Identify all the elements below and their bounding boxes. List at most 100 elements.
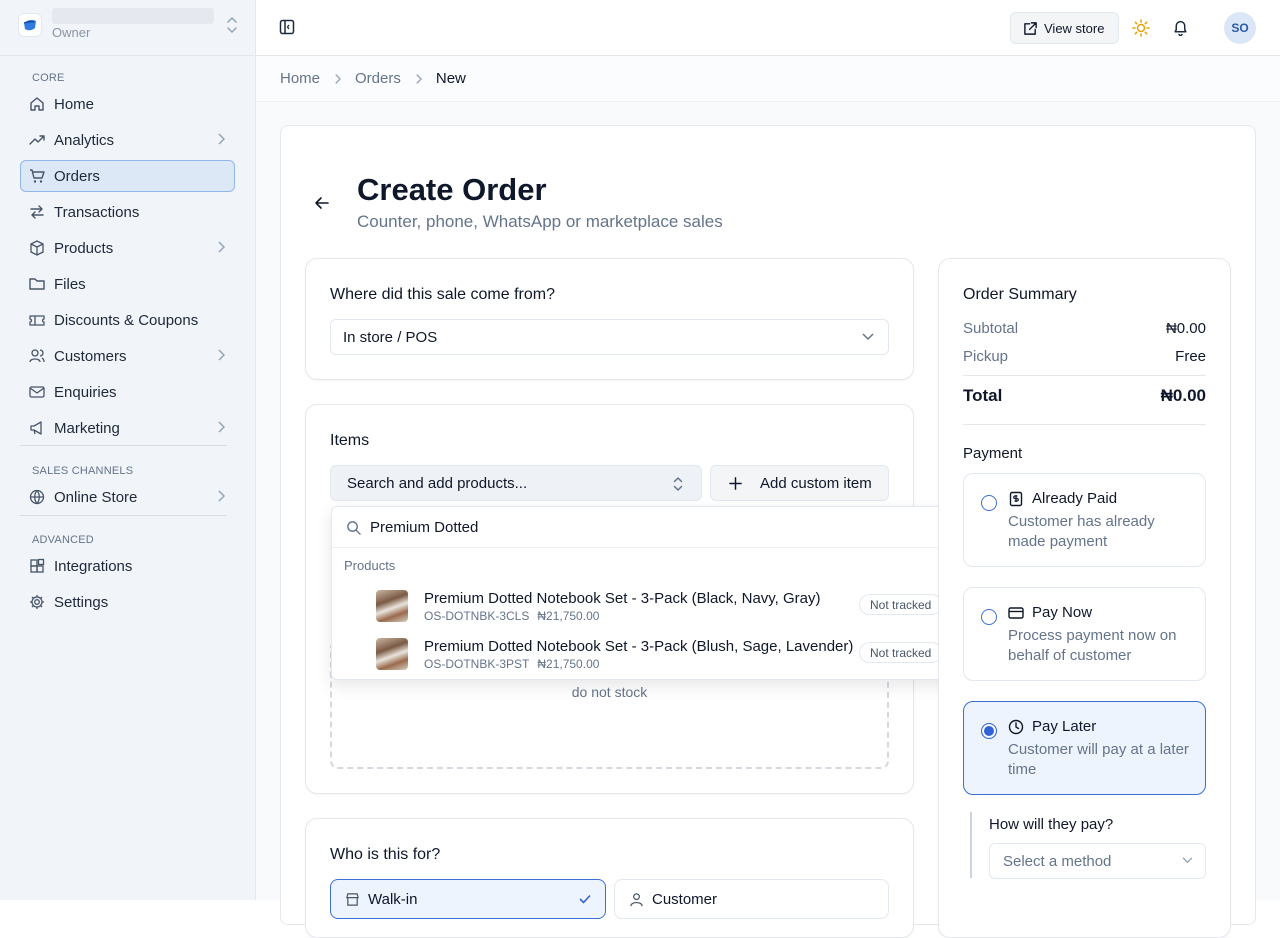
megaphone-icon	[28, 419, 46, 437]
sidebar-item-home[interactable]: Home	[20, 88, 235, 120]
sidebar-item-transactions[interactable]: Transactions	[20, 196, 235, 228]
payment-method-select[interactable]: Select a method	[989, 843, 1206, 879]
home-icon	[28, 95, 46, 113]
walk-in-option[interactable]: Walk-in	[330, 879, 606, 919]
payment-option-label: Pay Later	[1032, 718, 1097, 735]
bell-icon[interactable]	[1172, 19, 1189, 36]
items-empty-text: do not stock	[571, 684, 648, 700]
section-label-advanced: ADVANCED	[32, 534, 94, 546]
sidebar-item-integrations[interactable]: Integrations	[20, 550, 235, 582]
payment-method-placeholder: Select a method	[1003, 852, 1112, 870]
pickup-row: Pickup Free	[963, 348, 1206, 365]
sidebar-item-orders[interactable]: Orders	[20, 160, 235, 192]
order-summary-title: Order Summary	[963, 286, 1077, 303]
sun-icon[interactable]	[1132, 19, 1150, 37]
chevron-right-icon	[217, 349, 225, 361]
sidebar-divider	[20, 515, 227, 516]
sale-source-value: In store / POS	[343, 328, 438, 346]
chevron-right-icon	[217, 421, 225, 433]
chevron-right-icon	[334, 73, 342, 85]
chevron-right-icon	[217, 490, 225, 502]
breadcrumb-bar: Home Orders New	[256, 56, 1280, 102]
product-meta: OS-DOTNBK-3CLS ₦21,750.00	[424, 609, 607, 623]
summary-divider	[963, 424, 1206, 425]
dropdown-search-query: Premium Dotted	[370, 518, 479, 536]
product-result-row[interactable]: Premium Dotted Notebook Set - 3-Pack (Bl…	[332, 632, 959, 678]
sidebar-item-enquiries[interactable]: Enquiries	[20, 376, 235, 408]
sidebar-item-label: Customers	[54, 347, 127, 365]
blocks-icon	[28, 557, 46, 575]
back-arrow-icon[interactable]	[314, 195, 330, 211]
radio[interactable]	[981, 609, 997, 625]
payment-option-label: Already Paid	[1032, 490, 1118, 507]
sidebar-toggle-icon[interactable]	[279, 19, 295, 35]
product-search-select[interactable]: Search and add products...	[330, 465, 702, 501]
payment-option-pay-later[interactable]: Pay Later Customer will pay at a later t…	[963, 701, 1206, 795]
sidebar-item-customers[interactable]: Customers	[20, 340, 235, 372]
radio[interactable]	[981, 495, 997, 511]
globe-icon	[28, 488, 46, 506]
dropdown-search-input[interactable]: Premium Dotted	[332, 507, 959, 548]
sidebar-item-settings[interactable]: Settings	[20, 586, 235, 618]
box-icon	[28, 239, 46, 257]
card-icon	[1008, 605, 1032, 621]
how-will-they-pay-label: How will they pay?	[989, 816, 1114, 833]
store-switcher[interactable]: Owner	[18, 8, 244, 46]
payment-option-already-paid[interactable]: Already Paid Customer has already made p…	[963, 473, 1206, 567]
sidebar-item-marketing[interactable]: Marketing	[20, 412, 235, 444]
subtotal-row: Subtotal ₦0.00	[963, 320, 1206, 337]
product-sku: OS-DOTNBK-3PST	[424, 657, 530, 671]
clock-icon	[1008, 719, 1032, 735]
topbar: View store SO	[256, 0, 1280, 56]
avatar[interactable]: SO	[1224, 12, 1256, 44]
sidebar-divider	[20, 445, 227, 446]
page-title: Create Order	[357, 172, 547, 207]
sidebar-item-discounts[interactable]: Discounts & Coupons	[20, 304, 235, 336]
check-icon	[579, 894, 591, 904]
customer-card	[305, 818, 914, 938]
search-icon	[346, 520, 370, 535]
sidebar-item-online-store[interactable]: Online Store	[20, 481, 235, 513]
product-result-row[interactable]: Premium Dotted Notebook Set - 3-Pack (Bl…	[332, 584, 959, 630]
sidebar-item-files[interactable]: Files	[20, 268, 235, 300]
radio-selected[interactable]	[981, 723, 997, 739]
gear-icon	[28, 593, 46, 611]
add-custom-item-button[interactable]: Add custom item	[710, 465, 889, 501]
store-icon	[345, 892, 360, 907]
payment-option-desc: Customer will pay at a later time	[1008, 741, 1189, 778]
payment-option-desc: Process payment now on behalf of custome…	[1008, 627, 1177, 664]
trending-up-icon	[28, 131, 46, 149]
breadcrumb-current: New	[435, 70, 466, 87]
plus-icon	[729, 476, 760, 490]
sidebar-item-label: Analytics	[54, 131, 115, 149]
items-title: Items	[330, 432, 370, 449]
breadcrumb-home[interactable]: Home	[280, 70, 320, 87]
view-store-button[interactable]: View store	[1010, 12, 1119, 44]
payment-option-desc: Customer has already made payment	[1008, 513, 1155, 550]
sidebar-item-label: Transactions	[54, 203, 140, 221]
pickup-value: Free	[1175, 348, 1206, 365]
receipt-icon	[1008, 491, 1032, 507]
product-price: ₦21,750.00	[537, 609, 600, 623]
sidebar-item-label: Online Store	[54, 488, 138, 506]
stock-badge: Not tracked	[859, 642, 943, 663]
payment-option-pay-now[interactable]: Pay Now Process payment now on behalf of…	[963, 587, 1206, 681]
total-row: Total ₦0.00	[963, 386, 1206, 406]
sidebar-item-analytics[interactable]: Analytics	[20, 124, 235, 156]
breadcrumb-orders[interactable]: Orders	[355, 70, 401, 87]
nested-indicator	[970, 812, 972, 878]
folder-icon	[28, 275, 46, 293]
user-icon	[629, 892, 644, 907]
page-subtitle: Counter, phone, WhatsApp or marketplace …	[357, 212, 723, 231]
cart-icon	[28, 167, 46, 185]
product-meta: OS-DOTNBK-3PST ₦21,750.00	[424, 657, 607, 671]
sidebar-item-label: Discounts & Coupons	[54, 311, 199, 329]
sale-source-select[interactable]: In store / POS	[330, 319, 889, 355]
payment-option-title: Pay Later	[1008, 718, 1096, 735]
sidebar-item-products[interactable]: Products	[20, 232, 235, 264]
product-thumbnail	[376, 638, 408, 670]
customer-option[interactable]: Customer	[614, 879, 889, 919]
view-store-label: View store	[1044, 20, 1105, 36]
walk-in-label: Walk-in	[368, 890, 418, 908]
sidebar-item-label: Integrations	[54, 557, 133, 575]
